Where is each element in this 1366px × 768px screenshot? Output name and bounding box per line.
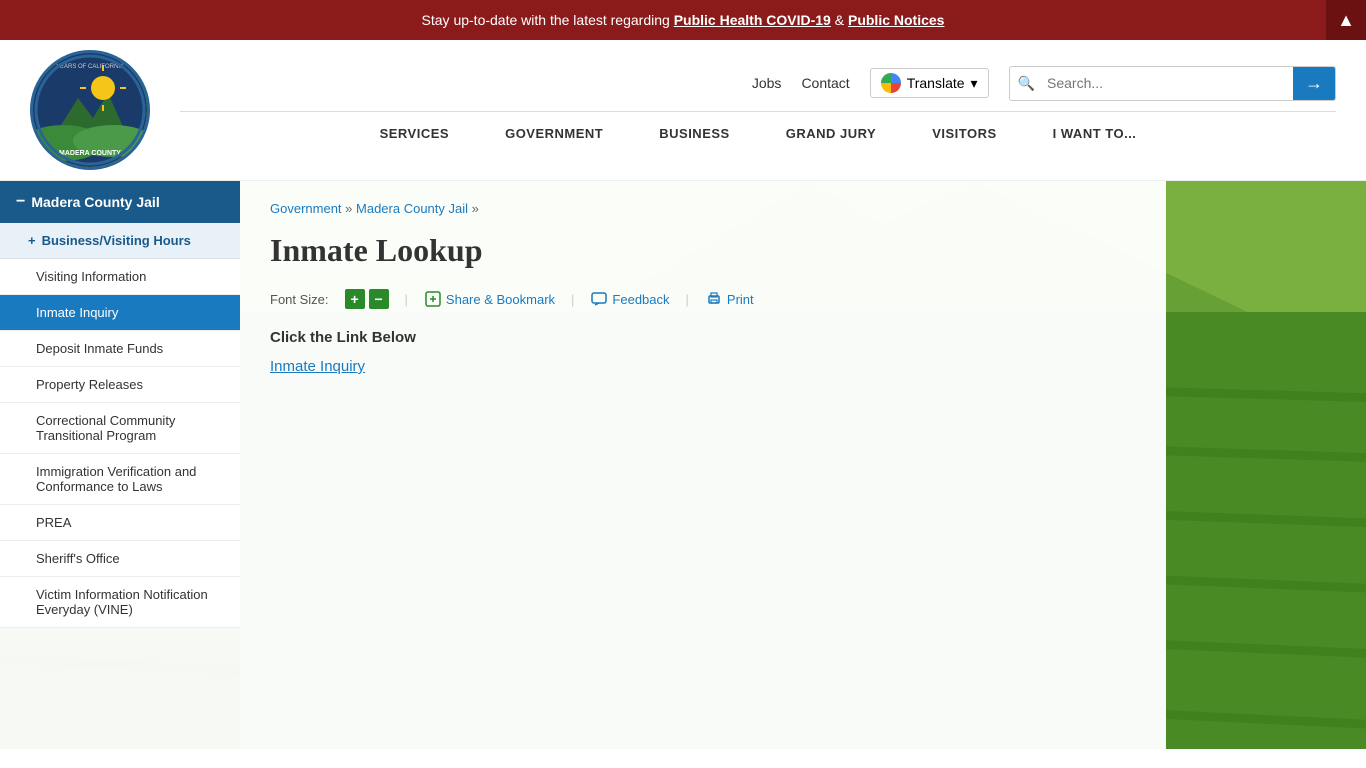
header: MADERA COUNTY YEARS OF CALIFORNIA Jobs C… — [0, 40, 1366, 181]
divider1: | — [405, 292, 408, 307]
scroll-top-button[interactable]: ▲ — [1326, 0, 1366, 40]
alert-text: Stay up-to-date with the latest regardin… — [422, 12, 674, 28]
sidebar-sub-item[interactable]: + Business/Visiting Hours — [0, 223, 240, 259]
search-bar: 🔍 → — [1009, 66, 1336, 101]
breadcrumb-sep1: » — [345, 201, 356, 216]
search-submit-button[interactable]: → — [1293, 67, 1335, 100]
sidebar-item-visiting-info[interactable]: Visiting Information — [0, 259, 240, 295]
alert-connector: & — [835, 12, 848, 28]
jobs-link[interactable]: Jobs — [752, 75, 782, 91]
sidebar-item-vine[interactable]: Victim Information Notification Everyday… — [0, 577, 240, 628]
sidebar-item-property-releases[interactable]: Property Releases — [0, 367, 240, 403]
breadcrumb-sep2: » — [472, 201, 479, 216]
nav-i-want-to[interactable]: I WANT TO... — [1025, 112, 1165, 155]
contact-link[interactable]: Contact — [801, 75, 849, 91]
sidebar-item-correctional-program[interactable]: Correctional Community Transitional Prog… — [0, 403, 240, 454]
translate-button[interactable]: Translate ▾ — [870, 68, 989, 98]
sidebar-item-sheriffs-office[interactable]: Sheriff's Office — [0, 541, 240, 577]
feedback-button[interactable]: Feedback — [590, 290, 669, 308]
svg-text:MADERA COUNTY: MADERA COUNTY — [59, 150, 121, 157]
breadcrumb-jail[interactable]: Madera County Jail — [356, 201, 468, 216]
print-label: Print — [727, 292, 754, 307]
alert-banner: Stay up-to-date with the latest regardin… — [0, 0, 1366, 40]
sidebar-item-inmate-inquiry[interactable]: Inmate Inquiry — [0, 295, 240, 331]
logo-area: MADERA COUNTY YEARS OF CALIFORNIA — [30, 50, 150, 170]
nav-visitors[interactable]: VISITORS — [904, 112, 1024, 155]
sidebar-main-label: Madera County Jail — [31, 194, 159, 210]
content-area: − Madera County Jail + Business/Visiting… — [0, 181, 1366, 749]
print-icon — [705, 290, 723, 308]
nav-government[interactable]: GOVERNMENT — [477, 112, 631, 155]
nav-business[interactable]: BUSINESS — [631, 112, 757, 155]
font-decrease-button[interactable]: − — [369, 289, 389, 309]
nav-grand-jury[interactable]: GRAND JURY — [758, 112, 904, 155]
svg-text:YEARS OF CALIFORNIA: YEARS OF CALIFORNIA — [56, 64, 124, 70]
main-nav: SERVICES GOVERNMENT BUSINESS GRAND JURY … — [180, 111, 1336, 155]
share-label: Share & Bookmark — [446, 292, 555, 307]
translate-label: Translate — [907, 75, 965, 91]
translate-chevron-icon: ▾ — [971, 75, 978, 92]
toolbar: Font Size: + − | Share & Bookmark | Feed… — [270, 289, 1136, 309]
sidebar-item-immigration[interactable]: Immigration Verification and Conformance… — [0, 454, 240, 505]
search-magnifier-icon: 🔍 — [1010, 69, 1043, 98]
sidebar-sub-label: Business/Visiting Hours — [42, 233, 191, 248]
collapse-icon: − — [16, 193, 25, 211]
logo: MADERA COUNTY YEARS OF CALIFORNIA — [30, 50, 150, 170]
top-links: Jobs Contact Translate ▾ 🔍 → — [752, 66, 1336, 101]
feedback-label: Feedback — [612, 292, 669, 307]
sidebar-item-prea[interactable]: PREA — [0, 505, 240, 541]
nav-services[interactable]: SERVICES — [352, 112, 478, 155]
divider2: | — [571, 292, 574, 307]
notices-link[interactable]: Public Notices — [848, 12, 944, 28]
feedback-icon — [590, 290, 608, 308]
sidebar-main-item[interactable]: − Madera County Jail — [0, 181, 240, 223]
inmate-inquiry-link[interactable]: Inmate Inquiry — [270, 358, 365, 375]
content-text: Click the Link Below — [270, 329, 1136, 346]
search-input[interactable] — [1043, 69, 1293, 97]
breadcrumb: Government » Madera County Jail » — [270, 201, 1136, 216]
sidebar: − Madera County Jail + Business/Visiting… — [0, 181, 240, 749]
expand-icon: + — [28, 233, 36, 248]
sidebar-item-deposit-funds[interactable]: Deposit Inmate Funds — [0, 331, 240, 367]
share-icon — [424, 290, 442, 308]
share-bookmark-button[interactable]: Share & Bookmark — [424, 290, 555, 308]
font-size-label: Font Size: — [270, 292, 329, 307]
breadcrumb-government[interactable]: Government — [270, 201, 342, 216]
page-title: Inmate Lookup — [270, 232, 1136, 269]
font-size-control: + − — [345, 289, 389, 309]
logo-svg: MADERA COUNTY YEARS OF CALIFORNIA — [33, 53, 147, 167]
covid-link[interactable]: Public Health COVID-19 — [674, 12, 831, 28]
search-arrow-icon: → — [1305, 73, 1323, 94]
print-button[interactable]: Print — [705, 290, 754, 308]
main-content: Government » Madera County Jail » Inmate… — [240, 181, 1166, 749]
font-increase-button[interactable]: + — [345, 289, 365, 309]
divider3: | — [686, 292, 689, 307]
header-right: Jobs Contact Translate ▾ 🔍 → SERVICES GO… — [180, 66, 1336, 155]
translate-icon — [881, 73, 901, 93]
